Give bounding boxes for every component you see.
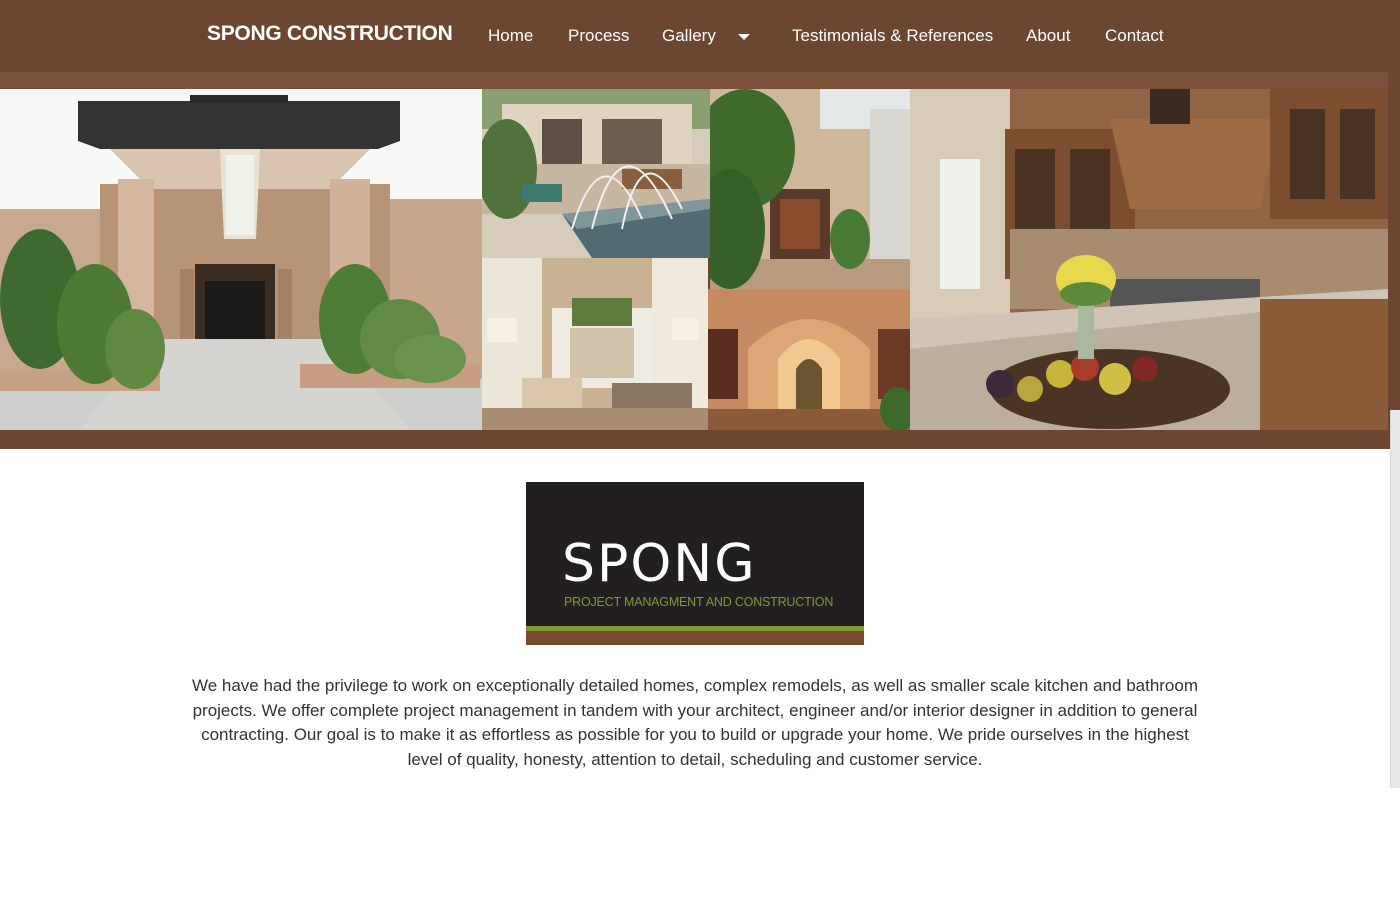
scrollbar-track[interactable] xyxy=(1388,72,1400,449)
modern-entry-exterior-photo xyxy=(0,89,482,430)
intro-paragraph: We have had the privilege to work on exc… xyxy=(191,676,1199,769)
atrium-palms-photo xyxy=(710,89,910,289)
top-navigation-bar: SPONG CONSTRUCTION Home Process Gallery … xyxy=(0,0,1400,72)
courtyard-fountain-pool-photo xyxy=(482,89,710,258)
arched-hallway-photo xyxy=(708,289,910,430)
brand-link[interactable]: SPONG CONSTRUCTION xyxy=(207,22,453,46)
logo-brown-stripe xyxy=(526,631,864,645)
hero-collage xyxy=(0,89,1388,430)
nav-gallery[interactable]: Gallery xyxy=(662,26,716,46)
nav-about[interactable]: About xyxy=(1026,26,1070,46)
logo-tagline: PROJECT MANAGMENT AND CONSTRUCTION xyxy=(564,595,834,609)
nav-home[interactable]: Home xyxy=(488,26,533,46)
logo-wordmark: SPONG xyxy=(562,534,757,594)
company-logo: SPONG PROJECT MANAGMENT AND CONSTRUCTION xyxy=(526,482,864,645)
living-room-photo xyxy=(482,258,708,430)
chevron-down-icon[interactable] xyxy=(738,34,750,40)
scrollbar-thumb[interactable] xyxy=(1390,410,1400,788)
nav-testimonials[interactable]: Testimonials & References xyxy=(792,26,993,46)
nav-contact[interactable]: Contact xyxy=(1105,26,1164,46)
kitchen-fruit-bowl-photo xyxy=(910,89,1388,430)
nav-process[interactable]: Process xyxy=(568,26,629,46)
